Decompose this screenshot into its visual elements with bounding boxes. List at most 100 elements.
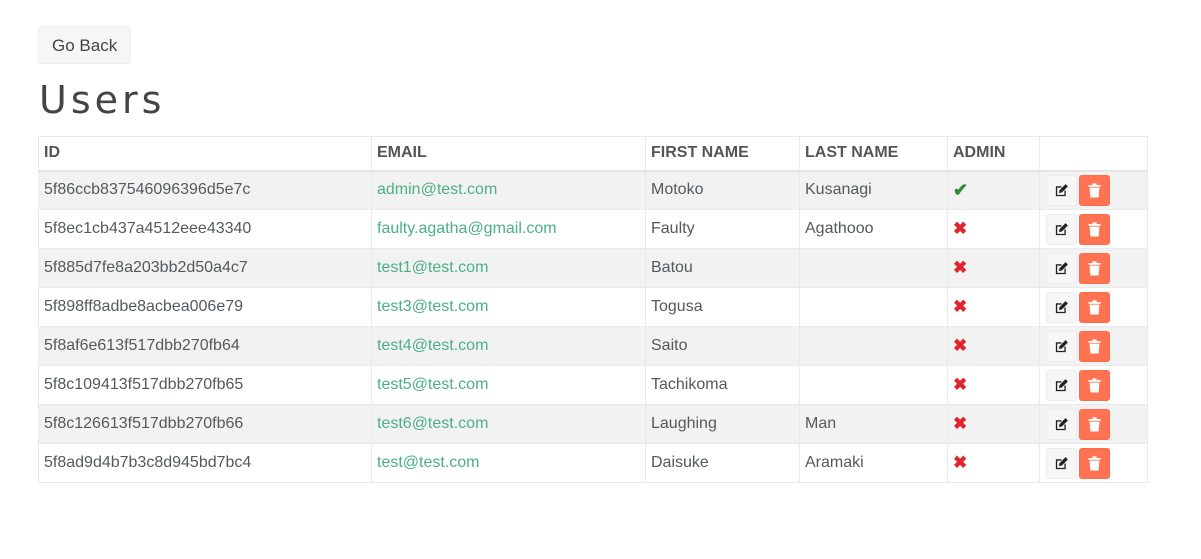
edit-icon xyxy=(1054,378,1069,397)
user-admin-status: ✖ xyxy=(947,248,1040,288)
user-admin-status: ✖ xyxy=(947,326,1040,366)
user-admin-status: ✖ xyxy=(947,209,1040,249)
user-email-link[interactable]: test@test.com xyxy=(371,443,646,483)
users-table: ID EMAIL FIRST NAME LAST NAME ADMIN 5f86… xyxy=(38,136,1148,483)
user-admin-status: ✖ xyxy=(947,443,1040,483)
user-last-name: Aramaki xyxy=(799,443,948,483)
trash-icon xyxy=(1088,416,1101,436)
user-email-link[interactable]: test4@test.com xyxy=(371,326,646,366)
row-actions xyxy=(1039,443,1148,483)
table-row: 5f8ad9d4b7b3c8d945bd7bc4 test@test.com Dai… xyxy=(38,443,1148,483)
user-email-link[interactable]: test5@test.com xyxy=(371,365,646,405)
user-admin-status: ✖ xyxy=(947,287,1040,327)
edit-user-button[interactable] xyxy=(1046,291,1077,323)
user-last-name: Kusanagi xyxy=(799,170,948,210)
user-admin-status: ✖ xyxy=(947,404,1040,444)
edit-icon xyxy=(1054,261,1069,280)
trash-icon xyxy=(1088,377,1101,397)
user-last-name xyxy=(799,326,948,366)
user-email-link[interactable]: test6@test.com xyxy=(371,404,646,444)
cross-icon: ✖ xyxy=(953,336,968,355)
user-email-link[interactable]: test3@test.com xyxy=(371,287,646,327)
user-id: 5f898ff8adbe8acbea006e79 xyxy=(38,287,372,327)
edit-icon xyxy=(1054,183,1069,202)
check-icon: ✔ xyxy=(953,179,969,200)
edit-icon xyxy=(1054,222,1069,241)
user-first-name: Faulty xyxy=(645,209,800,249)
cross-icon: ✖ xyxy=(953,414,968,433)
delete-user-button[interactable] xyxy=(1079,174,1110,206)
user-first-name: Laughing xyxy=(645,404,800,444)
user-first-name: Motoko xyxy=(645,170,800,210)
cross-icon: ✖ xyxy=(953,219,968,238)
user-admin-status: ✔ xyxy=(947,170,1040,210)
table-row: 5f898ff8adbe8acbea006e79 test3@test.com To… xyxy=(38,287,1148,327)
row-actions xyxy=(1039,326,1148,366)
user-first-name: Tachikoma xyxy=(645,365,800,405)
delete-user-button[interactable] xyxy=(1079,408,1110,440)
user-id: 5f8c126613f517dbb270fb66 xyxy=(38,404,372,444)
delete-user-button[interactable] xyxy=(1079,330,1110,362)
table-row: 5f885d7fe8a203bb2d50a4c7 test1@test.com Ba… xyxy=(38,248,1148,288)
edit-user-button[interactable] xyxy=(1046,447,1077,479)
trash-icon xyxy=(1088,221,1101,241)
table-row: 5f86ccb837546096396d5e7c admin@test.com Mo… xyxy=(38,170,1148,210)
user-first-name: Saito xyxy=(645,326,800,366)
user-last-name xyxy=(799,248,948,288)
cross-icon: ✖ xyxy=(953,453,968,472)
table-row: 5f8c109413f517dbb270fb65 test5@test.com Ta… xyxy=(38,365,1148,405)
user-email-link[interactable]: test1@test.com xyxy=(371,248,646,288)
header-actions xyxy=(1039,136,1148,172)
user-admin-status: ✖ xyxy=(947,365,1040,405)
user-last-name: Agathooo xyxy=(799,209,948,249)
user-last-name xyxy=(799,287,948,327)
header-id: ID xyxy=(38,136,372,172)
page-container: Go Back Users ID EMAIL FIRST NAME LAST N… xyxy=(38,26,1148,483)
user-email-link[interactable]: admin@test.com xyxy=(371,170,646,210)
table-row: 5f8af6e613f517dbb270fb64 test4@test.com Sa… xyxy=(38,326,1148,366)
trash-icon xyxy=(1088,299,1101,319)
row-actions xyxy=(1039,404,1148,444)
row-actions xyxy=(1039,287,1148,327)
page-title: Users xyxy=(39,78,166,122)
cross-icon: ✖ xyxy=(953,258,968,277)
edit-user-button[interactable] xyxy=(1046,213,1077,245)
trash-icon xyxy=(1088,260,1101,280)
edit-user-button[interactable] xyxy=(1046,174,1077,206)
edit-user-button[interactable] xyxy=(1046,252,1077,284)
user-id: 5f8c109413f517dbb270fb65 xyxy=(38,365,372,405)
row-actions xyxy=(1039,365,1148,405)
edit-user-button[interactable] xyxy=(1046,369,1077,401)
delete-user-button[interactable] xyxy=(1079,291,1110,323)
table-row: 5f8ec1cb437a4512eee43340 faulty.agatha@gm… xyxy=(38,209,1148,249)
row-actions xyxy=(1039,248,1148,288)
user-email-link[interactable]: faulty.agatha@gmail.com xyxy=(371,209,646,249)
edit-icon xyxy=(1054,339,1069,358)
header-first-name: FIRST NAME xyxy=(645,136,800,172)
user-id: 5f86ccb837546096396d5e7c xyxy=(38,170,372,210)
user-first-name: Togusa xyxy=(645,287,800,327)
delete-user-button[interactable] xyxy=(1079,213,1110,245)
trash-icon xyxy=(1088,183,1101,202)
edit-user-button[interactable] xyxy=(1046,408,1077,440)
user-first-name: Daisuke xyxy=(645,443,800,483)
go-back-button[interactable]: Go Back xyxy=(38,26,132,64)
header-last-name: LAST NAME xyxy=(799,136,948,172)
table-row: 5f8c126613f517dbb270fb66 test6@test.com La… xyxy=(38,404,1148,444)
edit-icon xyxy=(1054,300,1069,319)
user-id: 5f885d7fe8a203bb2d50a4c7 xyxy=(38,248,372,288)
edit-user-button[interactable] xyxy=(1046,330,1077,362)
delete-user-button[interactable] xyxy=(1079,447,1110,479)
user-last-name xyxy=(799,365,948,405)
trash-icon xyxy=(1088,338,1101,358)
delete-user-button[interactable] xyxy=(1079,252,1110,284)
header-email: EMAIL xyxy=(371,136,646,172)
edit-icon xyxy=(1054,456,1069,475)
cross-icon: ✖ xyxy=(953,375,968,394)
delete-user-button[interactable] xyxy=(1079,369,1110,401)
edit-icon xyxy=(1054,417,1069,436)
user-last-name: Man xyxy=(799,404,948,444)
trash-icon xyxy=(1088,455,1101,475)
row-actions xyxy=(1039,209,1148,249)
cross-icon: ✖ xyxy=(953,297,968,316)
